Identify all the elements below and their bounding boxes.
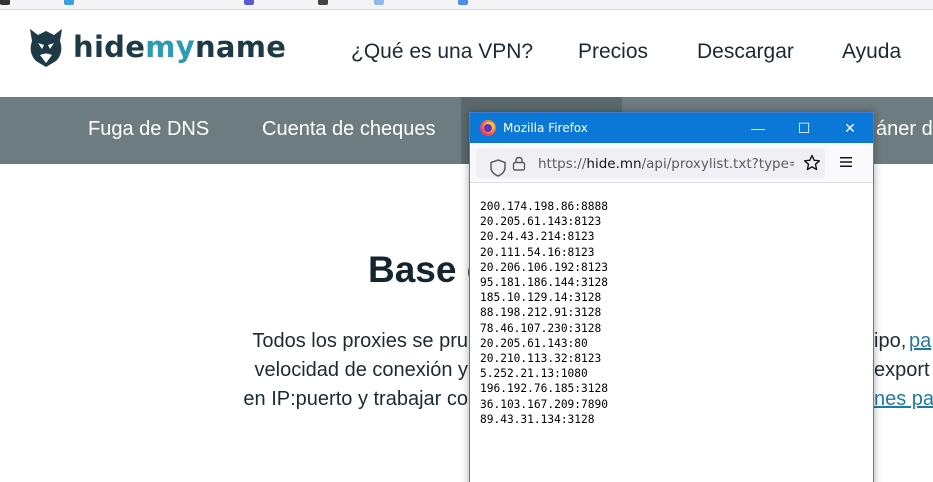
tab-favicon-icon[interactable] <box>374 0 384 5</box>
window-title: Mozilla Firefox <box>503 121 588 135</box>
tab-favicon-icon[interactable] <box>458 0 468 5</box>
proxy-line: 196.192.76.185:3128 <box>480 382 608 396</box>
minimize-button[interactable]: — <box>735 113 781 143</box>
url-scheme: https:// <box>538 156 587 172</box>
proxy-line: 20.210.113.32:8123 <box>480 352 602 366</box>
tab-favicon-icon[interactable] <box>64 0 74 5</box>
proxy-line: 20.111.54.16:8123 <box>480 245 595 259</box>
url-path: /api/proxylist.txt?type=s&c <box>641 156 794 172</box>
proxy-line: 88.198.212.91:3128 <box>480 306 602 320</box>
proxy-line: 78.46.107.230:3128 <box>480 321 602 335</box>
subnav-scanner-cut[interactable]: áner de <box>876 118 933 141</box>
tracking-protection-shield-icon[interactable] <box>490 159 506 177</box>
proxy-line: 89.43.31.134:3128 <box>480 412 595 426</box>
hidemyname-mascot-icon <box>30 29 62 67</box>
proxy-line: 36.103.167.209:7890 <box>480 397 608 411</box>
subnav-dns-leak[interactable]: Fuga de DNS <box>88 118 209 141</box>
proxy-line: 20.205.61.143:8123 <box>480 215 602 229</box>
close-button[interactable]: ✕ <box>827 113 873 143</box>
intro-line-2: velocidad de conexión y <box>254 359 468 381</box>
browser-tab-strip <box>0 0 933 10</box>
intro-line-1: Todos los proxies se pru <box>252 330 468 352</box>
subnav-check-account[interactable]: Cuenta de cheques <box>262 118 435 141</box>
proxy-line: 200.174.198.86:8888 <box>480 200 608 213</box>
lock-icon[interactable] <box>512 156 526 171</box>
intro-line-1-link[interactable]: pa <box>909 330 933 353</box>
firefox-logo-icon <box>480 120 496 136</box>
firefox-popup-window: Mozilla Firefox — ☐ ✕ https://hide.mn/ap… <box>469 112 874 482</box>
logo-wordmark: hidemyname <box>73 30 286 64</box>
nav-help[interactable]: Ayuda <box>842 40 901 64</box>
bookmark-star-icon[interactable] <box>803 154 821 172</box>
maximize-button[interactable]: ☐ <box>781 113 827 143</box>
nav-download[interactable]: Descargar <box>697 40 794 64</box>
logo-text-my: my <box>145 30 195 64</box>
logo-text-hide: hide <box>73 30 146 64</box>
intro-line-3-link[interactable]: nes pag <box>874 388 933 411</box>
proxy-line: 20.205.61.143:80 <box>480 336 588 350</box>
intro-line-2-right: export <box>874 359 930 381</box>
site-header: hidemyname ¿Qué es una VPN? Precios Desc… <box>0 10 933 97</box>
proxy-line: 20.24.43.214:8123 <box>480 230 595 244</box>
firefox-toolbar: https://hide.mn/api/proxylist.txt?type=s… <box>470 143 873 183</box>
proxy-list-content: 200.174.198.86:8888 20.205.61.143:8123 2… <box>470 184 873 482</box>
firefox-title-bar[interactable]: Mozilla Firefox — ☐ ✕ <box>470 113 873 143</box>
url-text[interactable]: https://hide.mn/api/proxylist.txt?type=s… <box>538 156 794 172</box>
tab-favicon-icon[interactable] <box>0 0 10 5</box>
proxy-line: 5.252.21.13:1080 <box>480 367 588 381</box>
proxy-line: 20.206.106.192:8123 <box>480 260 608 274</box>
intro-line-3: en IP:puerto y trabajar co <box>243 388 468 410</box>
tab-favicon-icon[interactable] <box>244 0 254 5</box>
tab-favicon-icon[interactable] <box>318 0 328 5</box>
proxy-line: 95.181.186.144:3128 <box>480 276 608 290</box>
site-logo[interactable]: hidemyname <box>26 24 286 70</box>
logo-text-name: name <box>194 30 287 64</box>
nav-prices[interactable]: Precios <box>578 40 648 64</box>
hamburger-menu-icon[interactable] <box>838 155 854 169</box>
nav-what-is-vpn[interactable]: ¿Qué es una VPN? <box>351 40 533 64</box>
address-bar[interactable]: https://hide.mn/api/proxylist.txt?type=s… <box>476 148 825 178</box>
intro-line-1-right: ipo, <box>874 330 906 352</box>
url-host: hide.mn <box>586 156 642 172</box>
proxy-line: 185.10.129.14:3128 <box>480 291 602 305</box>
